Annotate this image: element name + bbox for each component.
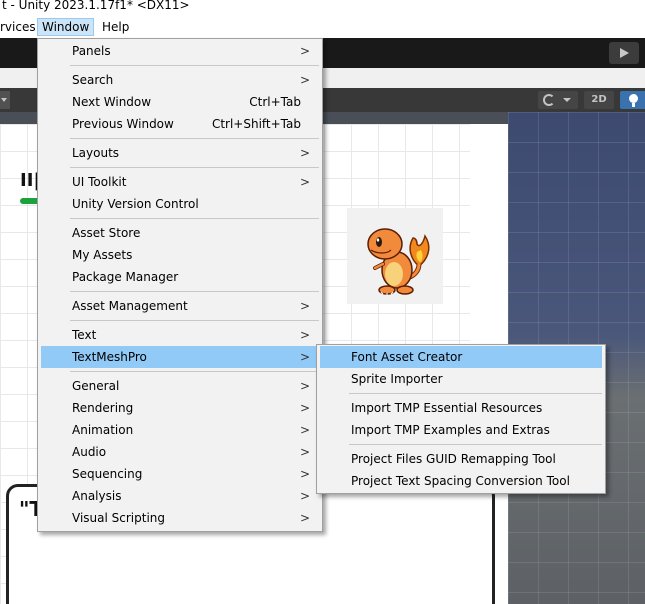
- menu-item-general[interactable]: General >: [41, 375, 319, 397]
- shortcut-label: Ctrl+Tab: [249, 95, 301, 109]
- window-menu: Panels > Search > Next Window Ctrl+Tab Prev…: [37, 38, 323, 532]
- chevron-right-icon: >: [300, 467, 311, 481]
- shading-mode-icon: [543, 94, 555, 106]
- menu-separator: [70, 320, 319, 321]
- menu-item-textmeshpro[interactable]: TextMeshPro >: [41, 346, 319, 368]
- lighting-toggle[interactable]: [620, 91, 645, 109]
- chevron-right-icon: >: [300, 423, 311, 437]
- chevron-right-icon: >: [300, 489, 311, 503]
- menu-item-asset-management[interactable]: Asset Management >: [41, 295, 319, 317]
- menu-separator: [70, 371, 319, 372]
- charmander-sprite: [347, 208, 443, 304]
- window-title: t - Unity 2023.1.17f1* <DX11>: [0, 0, 645, 16]
- menu-separator: [349, 393, 602, 394]
- shading-mode-dropdown[interactable]: [538, 91, 578, 109]
- menu-separator: [70, 218, 319, 219]
- menu-separator: [70, 291, 319, 292]
- menu-item-panels[interactable]: Panels >: [41, 40, 319, 62]
- menu-item-previous-window[interactable]: Previous Window Ctrl+Shift+Tab: [41, 113, 319, 135]
- menu-item-sequencing[interactable]: Sequencing >: [41, 463, 319, 485]
- menu-item-unity-version-control[interactable]: Unity Version Control: [41, 193, 319, 215]
- menu-item-analysis[interactable]: Analysis >: [41, 485, 319, 507]
- chevron-right-icon: >: [300, 299, 311, 313]
- chevron-right-icon: >: [300, 401, 311, 415]
- chevron-right-icon: >: [300, 379, 311, 393]
- menu-item-asset-store[interactable]: Asset Store: [41, 222, 319, 244]
- menu-window[interactable]: Window: [37, 18, 95, 36]
- menu-separator: [70, 167, 319, 168]
- menu-item-font-asset-creator[interactable]: Font Asset Creator: [320, 346, 602, 368]
- menu-item-rendering[interactable]: Rendering >: [41, 397, 319, 419]
- menu-help[interactable]: Help: [98, 18, 133, 36]
- chevron-right-icon: >: [300, 511, 311, 525]
- menu-services[interactable]: rvices: [0, 18, 40, 36]
- charmander-image: [367, 228, 430, 295]
- menu-item-sprite-importer[interactable]: Sprite Importer: [320, 368, 602, 390]
- menu-item-search[interactable]: Search >: [41, 69, 319, 91]
- menu-item-audio[interactable]: Audio >: [41, 441, 319, 463]
- menu-item-my-assets[interactable]: My Assets: [41, 244, 319, 266]
- menu-item-import-tmp-essential[interactable]: Import TMP Essential Resources: [320, 397, 602, 419]
- chevron-right-icon: >: [300, 350, 311, 364]
- menu-item-import-tmp-examples[interactable]: Import TMP Examples and Extras: [320, 419, 602, 441]
- menu-item-animation[interactable]: Animation >: [41, 419, 319, 441]
- menu-separator: [70, 65, 319, 66]
- menu-item-layouts[interactable]: Layouts >: [41, 142, 319, 164]
- menu-item-text[interactable]: Text >: [41, 324, 319, 346]
- chevron-right-icon: >: [300, 175, 311, 189]
- play-icon[interactable]: [609, 42, 639, 64]
- chevron-right-icon: >: [300, 146, 311, 160]
- toggle-2d-button[interactable]: 2D: [584, 91, 614, 109]
- chevron-right-icon: >: [300, 445, 311, 459]
- tool-dropdown-icon[interactable]: [0, 91, 10, 109]
- chevron-down-icon: [563, 98, 571, 102]
- menu-item-ui-toolkit[interactable]: UI Toolkit >: [41, 171, 319, 193]
- menu-item-package-manager[interactable]: Package Manager: [41, 266, 319, 288]
- menubar: rvices Window Help: [0, 16, 645, 38]
- chevron-right-icon: >: [300, 73, 311, 87]
- menu-separator: [70, 138, 319, 139]
- lightbulb-icon: [629, 94, 638, 103]
- shortcut-label: Ctrl+Shift+Tab: [211, 117, 301, 131]
- chevron-right-icon: >: [300, 328, 311, 342]
- textmeshpro-submenu: Font Asset Creator Sprite Importer Impor…: [316, 344, 606, 494]
- menu-item-guid-remapping-tool[interactable]: Project Files GUID Remapping Tool: [320, 448, 602, 470]
- menu-separator: [349, 444, 602, 445]
- menu-item-visual-scripting[interactable]: Visual Scripting >: [41, 507, 319, 529]
- menu-item-text-spacing-conversion-tool[interactable]: Project Text Spacing Conversion Tool: [320, 470, 602, 492]
- menu-item-next-window[interactable]: Next Window Ctrl+Tab: [41, 91, 319, 113]
- chevron-right-icon: >: [300, 44, 311, 58]
